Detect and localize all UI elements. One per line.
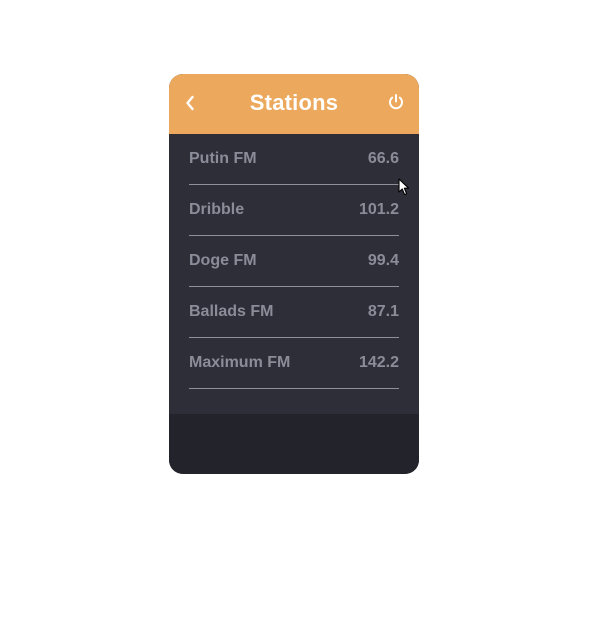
station-frequency: 101.2: [358, 201, 399, 218]
station-item[interactable]: Maximum FM 142.2: [189, 338, 399, 389]
station-name: Dribble: [189, 201, 245, 218]
station-frequency: 87.1: [367, 303, 399, 320]
station-frequency: 99.4: [367, 252, 399, 269]
page-title: Stations: [249, 90, 339, 115]
mouse-cursor-icon: [398, 178, 410, 196]
station-list: Putin FM 66.6 Dribble 101.2 Doge FM 99.4…: [169, 134, 419, 414]
station-name: Doge FM: [189, 252, 257, 269]
footer-panel: [169, 414, 419, 474]
chevron-left-icon: [186, 95, 194, 111]
station-name: Ballads FM: [189, 303, 274, 320]
header-bar: Stations: [169, 74, 419, 134]
back-button[interactable]: [183, 94, 197, 112]
radio-app-card: Stations Putin FM 66.6 Dribble 101.2 Dog…: [169, 74, 419, 474]
station-item[interactable]: Dribble 101.2: [189, 185, 399, 236]
station-item[interactable]: Doge FM 99.4: [189, 236, 399, 287]
station-frequency: 142.2: [358, 354, 399, 371]
station-name: Maximum FM: [189, 354, 291, 371]
power-icon: [389, 94, 403, 110]
station-item[interactable]: Ballads FM 87.1: [189, 287, 399, 338]
station-item[interactable]: Putin FM 66.6: [189, 134, 399, 185]
station-frequency: 66.6: [367, 150, 399, 167]
power-button[interactable]: [387, 93, 405, 111]
station-name: Putin FM: [189, 150, 257, 167]
